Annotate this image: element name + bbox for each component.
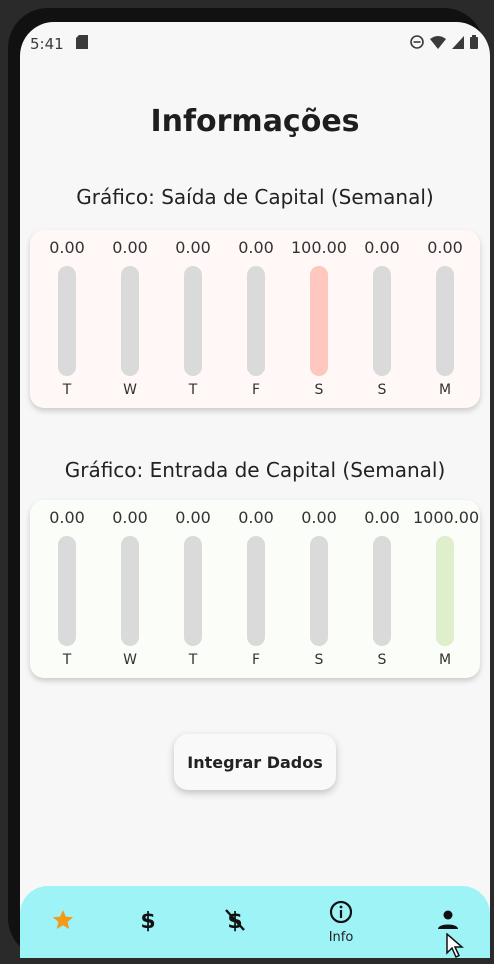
chart-saida: 0.00 T 0.00 W 0.00 T 0.00 F 100.00 S 0.00 S 0.00 M xyxy=(30,230,480,408)
chart-bar-track xyxy=(247,536,265,646)
chart-day-label: S xyxy=(314,652,324,668)
nav-favorites[interactable] xyxy=(33,886,93,958)
chart-bar-track xyxy=(310,266,328,376)
chart-day-label: S xyxy=(377,652,387,668)
dollar-icon: $ xyxy=(137,907,159,937)
chart-column: 0.00 T xyxy=(161,500,225,678)
chart-value-label: 0.00 xyxy=(364,508,400,527)
chart-column: 0.00 F xyxy=(224,500,288,678)
chart-column: 0.00 W xyxy=(98,230,162,408)
mouse-cursor-icon xyxy=(446,932,465,963)
chart-column: 1000.00 M xyxy=(413,500,480,678)
chart-day-label: T xyxy=(62,652,72,668)
do-not-disturb-icon xyxy=(410,35,424,53)
dollar-off-icon: $ xyxy=(223,907,247,937)
chart-value-label: 0.00 xyxy=(175,508,211,527)
chart-value-label: 0.00 xyxy=(301,508,337,527)
chart-column: 0.00 M xyxy=(413,230,477,408)
chart-day-label: T xyxy=(62,382,72,398)
wifi-icon xyxy=(430,35,446,53)
chart-day-label: M xyxy=(438,652,452,668)
nav-info-label: Info xyxy=(328,929,354,945)
chart-bar-track xyxy=(373,266,391,376)
chart-value-label: 0.00 xyxy=(364,238,400,257)
chart-day-label: M xyxy=(438,382,452,398)
chart-day-label: T xyxy=(188,652,198,668)
person-icon xyxy=(436,908,460,936)
chart-column: 0.00 S xyxy=(350,500,414,678)
svg-text:$: $ xyxy=(140,909,155,933)
chart-bar-track xyxy=(58,266,76,376)
bottom-navigation: $ $ Info xyxy=(20,886,490,958)
chart-value-label: 0.00 xyxy=(112,508,148,527)
chart-day-label: F xyxy=(251,652,261,668)
chart-value-label: 0.00 xyxy=(112,238,148,257)
chart-column: 0.00 S xyxy=(350,230,414,408)
nav-dollar[interactable]: $ xyxy=(118,886,178,958)
chart-value-label: 0.00 xyxy=(238,238,274,257)
chart-value-label: 1000.00 xyxy=(413,508,480,527)
chart-column: 0.00 T xyxy=(35,230,99,408)
status-bar: 5:41 xyxy=(20,22,490,66)
chart-bar-track xyxy=(247,266,265,376)
signal-icon xyxy=(452,35,464,53)
battery-icon xyxy=(470,35,478,53)
chart-day-label: S xyxy=(314,382,324,398)
chart-column: 100.00 S xyxy=(287,230,351,408)
chart-bar-track xyxy=(436,266,454,376)
chart-day-label: W xyxy=(123,652,137,668)
app-screen: 5:41 Informações Gráfico: Saída de Capit… xyxy=(20,22,490,958)
info-icon xyxy=(329,900,353,928)
chart-bar-track xyxy=(58,536,76,646)
chart-value-label: 0.00 xyxy=(238,508,274,527)
chart-bar xyxy=(310,266,328,376)
chart-title-entrada: Gráfico: Entrada de Capital (Semanal) xyxy=(64,458,446,482)
chart-value-label: 0.00 xyxy=(427,238,463,257)
chart-bar-track xyxy=(373,536,391,646)
device-frame: 5:41 Informações Gráfico: Saída de Capit… xyxy=(8,8,490,958)
chart-column: 0.00 F xyxy=(224,230,288,408)
chart-value-label: 0.00 xyxy=(49,508,85,527)
chart-value-label: 0.00 xyxy=(49,238,85,257)
chart-column: 0.00 T xyxy=(161,230,225,408)
chart-bar xyxy=(436,536,454,646)
chart-bar-track xyxy=(436,536,454,646)
integrate-data-button[interactable]: Integrar Dados xyxy=(174,734,336,790)
chart-bar-track xyxy=(310,536,328,646)
chart-day-label: F xyxy=(251,382,261,398)
nav-dollar-off[interactable]: $ xyxy=(205,886,265,958)
chart-column: 0.00 S xyxy=(287,500,351,678)
chart-entrada: 0.00 T 0.00 W 0.00 T 0.00 F 0.00 S 0.00 S 1000.00 M xyxy=(30,500,480,678)
chart-value-label: 0.00 xyxy=(175,238,211,257)
chart-title-saida: Gráfico: Saída de Capital (Semanal) xyxy=(76,185,434,209)
chart-day-label: T xyxy=(188,382,198,398)
sim-card-icon xyxy=(75,35,88,53)
chart-day-label: W xyxy=(123,382,137,398)
chart-bar-track xyxy=(121,536,139,646)
chart-column: 0.00 W xyxy=(98,500,162,678)
chart-column: 0.00 T xyxy=(35,500,99,678)
chart-bar-track xyxy=(121,266,139,376)
chart-bar-track xyxy=(184,266,202,376)
star-icon xyxy=(51,908,75,936)
status-time: 5:41 xyxy=(30,35,64,53)
page-title: Informações xyxy=(150,104,360,139)
chart-day-label: S xyxy=(377,382,387,398)
nav-info[interactable]: Info xyxy=(311,886,371,958)
chart-bar-track xyxy=(184,536,202,646)
chart-value-label: 100.00 xyxy=(291,238,347,257)
